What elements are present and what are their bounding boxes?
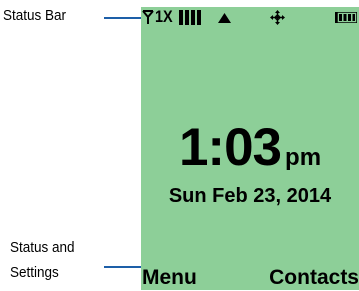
- status-settings-callout-label-line2: Settings: [10, 264, 59, 281]
- phone-screen: 1X 1:03 pm Sun Feb 23, 2014 Menu Contact…: [141, 7, 359, 290]
- clock-display: 1:03 pm: [141, 117, 359, 178]
- signal-strength-icon: [142, 10, 154, 24]
- signal-bars-icon: [179, 10, 201, 25]
- date-display: Sun Feb 23, 2014: [168, 185, 332, 207]
- status-bar-callout-label: Status Bar: [3, 7, 67, 24]
- data-activity-icon: [218, 13, 231, 23]
- contacts-softkey[interactable]: Contacts: [269, 265, 359, 291]
- clock-ampm: pm: [285, 144, 322, 171]
- status-settings-callout-line: [104, 266, 141, 268]
- status-settings-callout-label-line1: Status and: [10, 239, 75, 256]
- location-icon: [270, 10, 285, 25]
- menu-softkey[interactable]: Menu: [142, 265, 197, 291]
- clock-time: 1:03: [178, 118, 282, 177]
- status-bar-callout-line: [104, 17, 141, 19]
- status-bar: 1X: [141, 7, 359, 27]
- 1x-network-icon: 1X: [155, 7, 173, 26]
- battery-icon: [335, 12, 357, 23]
